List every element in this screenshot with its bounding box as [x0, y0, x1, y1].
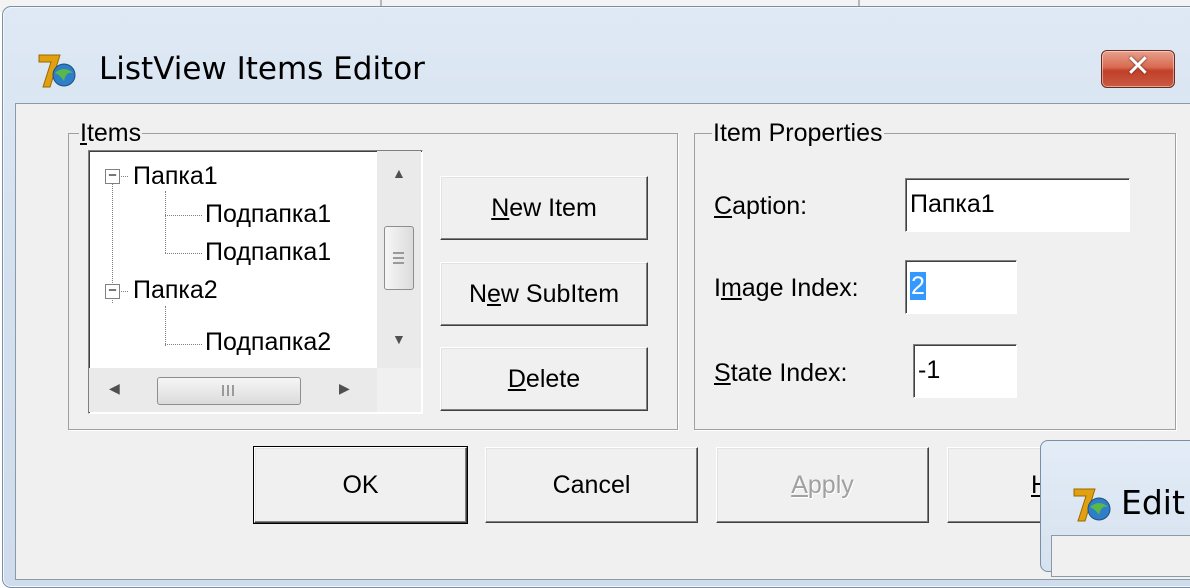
- vertical-scroll-thumb[interactable]: [384, 226, 414, 290]
- delphi-app-icon: [1073, 488, 1111, 522]
- new-subitem-label: w SubItem: [500, 279, 620, 308]
- new-subitem-button[interactable]: New SubItem: [440, 262, 648, 326]
- tree-connector: [165, 191, 166, 253]
- tree-connector: [165, 215, 202, 216]
- grip-icon: [227, 385, 229, 396]
- vertical-scrollbar[interactable]: ▲ ▼: [377, 151, 421, 368]
- image-index-label: Image Index:: [714, 274, 859, 302]
- tree-connector: [165, 344, 202, 345]
- apply-mnemonic: A: [791, 470, 808, 499]
- edit-window-title: Edit: [1121, 483, 1185, 522]
- items-tree-view[interactable]: − Папка1 Подпапка1 Подпапка1 − Папка2 По…: [88, 150, 423, 414]
- delete-label: elete: [525, 364, 581, 393]
- grip-icon: [232, 385, 234, 396]
- apply-label: pply: [807, 470, 854, 499]
- tree-node-folder1[interactable]: Папка1: [133, 161, 218, 191]
- state-index-label: State Index:: [714, 359, 848, 387]
- delete-mnemonic: D: [507, 364, 526, 393]
- edit-window-partial[interactable]: Edit: [1040, 440, 1190, 577]
- new-subitem-label-start: N: [468, 279, 488, 308]
- image-index-input[interactable]: 2: [905, 260, 1017, 314]
- new-item-label: ew Item: [509, 193, 597, 222]
- collapse-icon[interactable]: −: [105, 168, 120, 184]
- horizontal-scroll-thumb[interactable]: [157, 377, 301, 405]
- delphi-app-icon: [38, 54, 76, 88]
- scroll-down-arrow-icon[interactable]: ▼: [392, 331, 406, 347]
- selected-text: 2: [910, 272, 926, 300]
- tree-node-folder2[interactable]: Папка2: [133, 275, 218, 305]
- tree-node-subfolder[interactable]: Подпапка1: [205, 199, 331, 229]
- new-item-mnemonic: N: [491, 193, 510, 222]
- collapse-icon[interactable]: −: [105, 283, 120, 299]
- edit-window-client: [1051, 535, 1190, 577]
- tree-node-subfolder[interactable]: Подпапка1: [205, 237, 331, 267]
- cancel-button[interactable]: Cancel: [485, 447, 698, 523]
- close-button[interactable]: ✕: [1101, 49, 1175, 88]
- dialog-client-area: Items − Папка1 Подпапка1 Подпапка1 − Пап…: [15, 103, 1190, 580]
- caption-label: Caption:: [714, 192, 808, 220]
- items-group-legend: Items: [79, 119, 143, 147]
- tree-content: − Папка1 Подпапка1 Подпапка1 − Папка2 По…: [89, 151, 377, 368]
- horizontal-scrollbar[interactable]: ◀ ▶: [89, 368, 377, 412]
- delete-button[interactable]: Delete: [440, 347, 648, 411]
- grip-icon: [222, 385, 224, 396]
- scrollbar-corner: [377, 368, 421, 412]
- scroll-right-arrow-icon[interactable]: ▶: [339, 380, 350, 397]
- new-subitem-mnemonic: e: [487, 279, 501, 308]
- ok-button[interactable]: OK: [253, 446, 468, 524]
- scroll-up-arrow-icon[interactable]: ▲: [392, 165, 406, 181]
- state-index-input[interactable]: -1: [913, 344, 1017, 398]
- apply-button[interactable]: Apply: [716, 447, 929, 523]
- item-properties-legend: Item Properties: [712, 119, 884, 147]
- tree-connector: [119, 176, 128, 177]
- caption-input[interactable]: Папка1: [905, 178, 1130, 232]
- listview-items-editor-window: ListView Items Editor ✕ Items − Папка1 П…: [2, 6, 1190, 588]
- grip-icon: [393, 257, 404, 259]
- tree-connector: [165, 253, 202, 254]
- new-item-button[interactable]: New Item: [440, 176, 648, 240]
- tree-connector: [165, 306, 166, 346]
- tree-node-subfolder[interactable]: Подпапка2: [205, 327, 331, 357]
- tree-connector: [119, 291, 128, 292]
- close-icon: ✕: [1125, 49, 1151, 84]
- window-title: ListView Items Editor: [99, 51, 425, 87]
- scroll-left-arrow-icon[interactable]: ◀: [109, 380, 120, 397]
- grip-icon: [393, 262, 404, 264]
- grip-icon: [393, 252, 404, 254]
